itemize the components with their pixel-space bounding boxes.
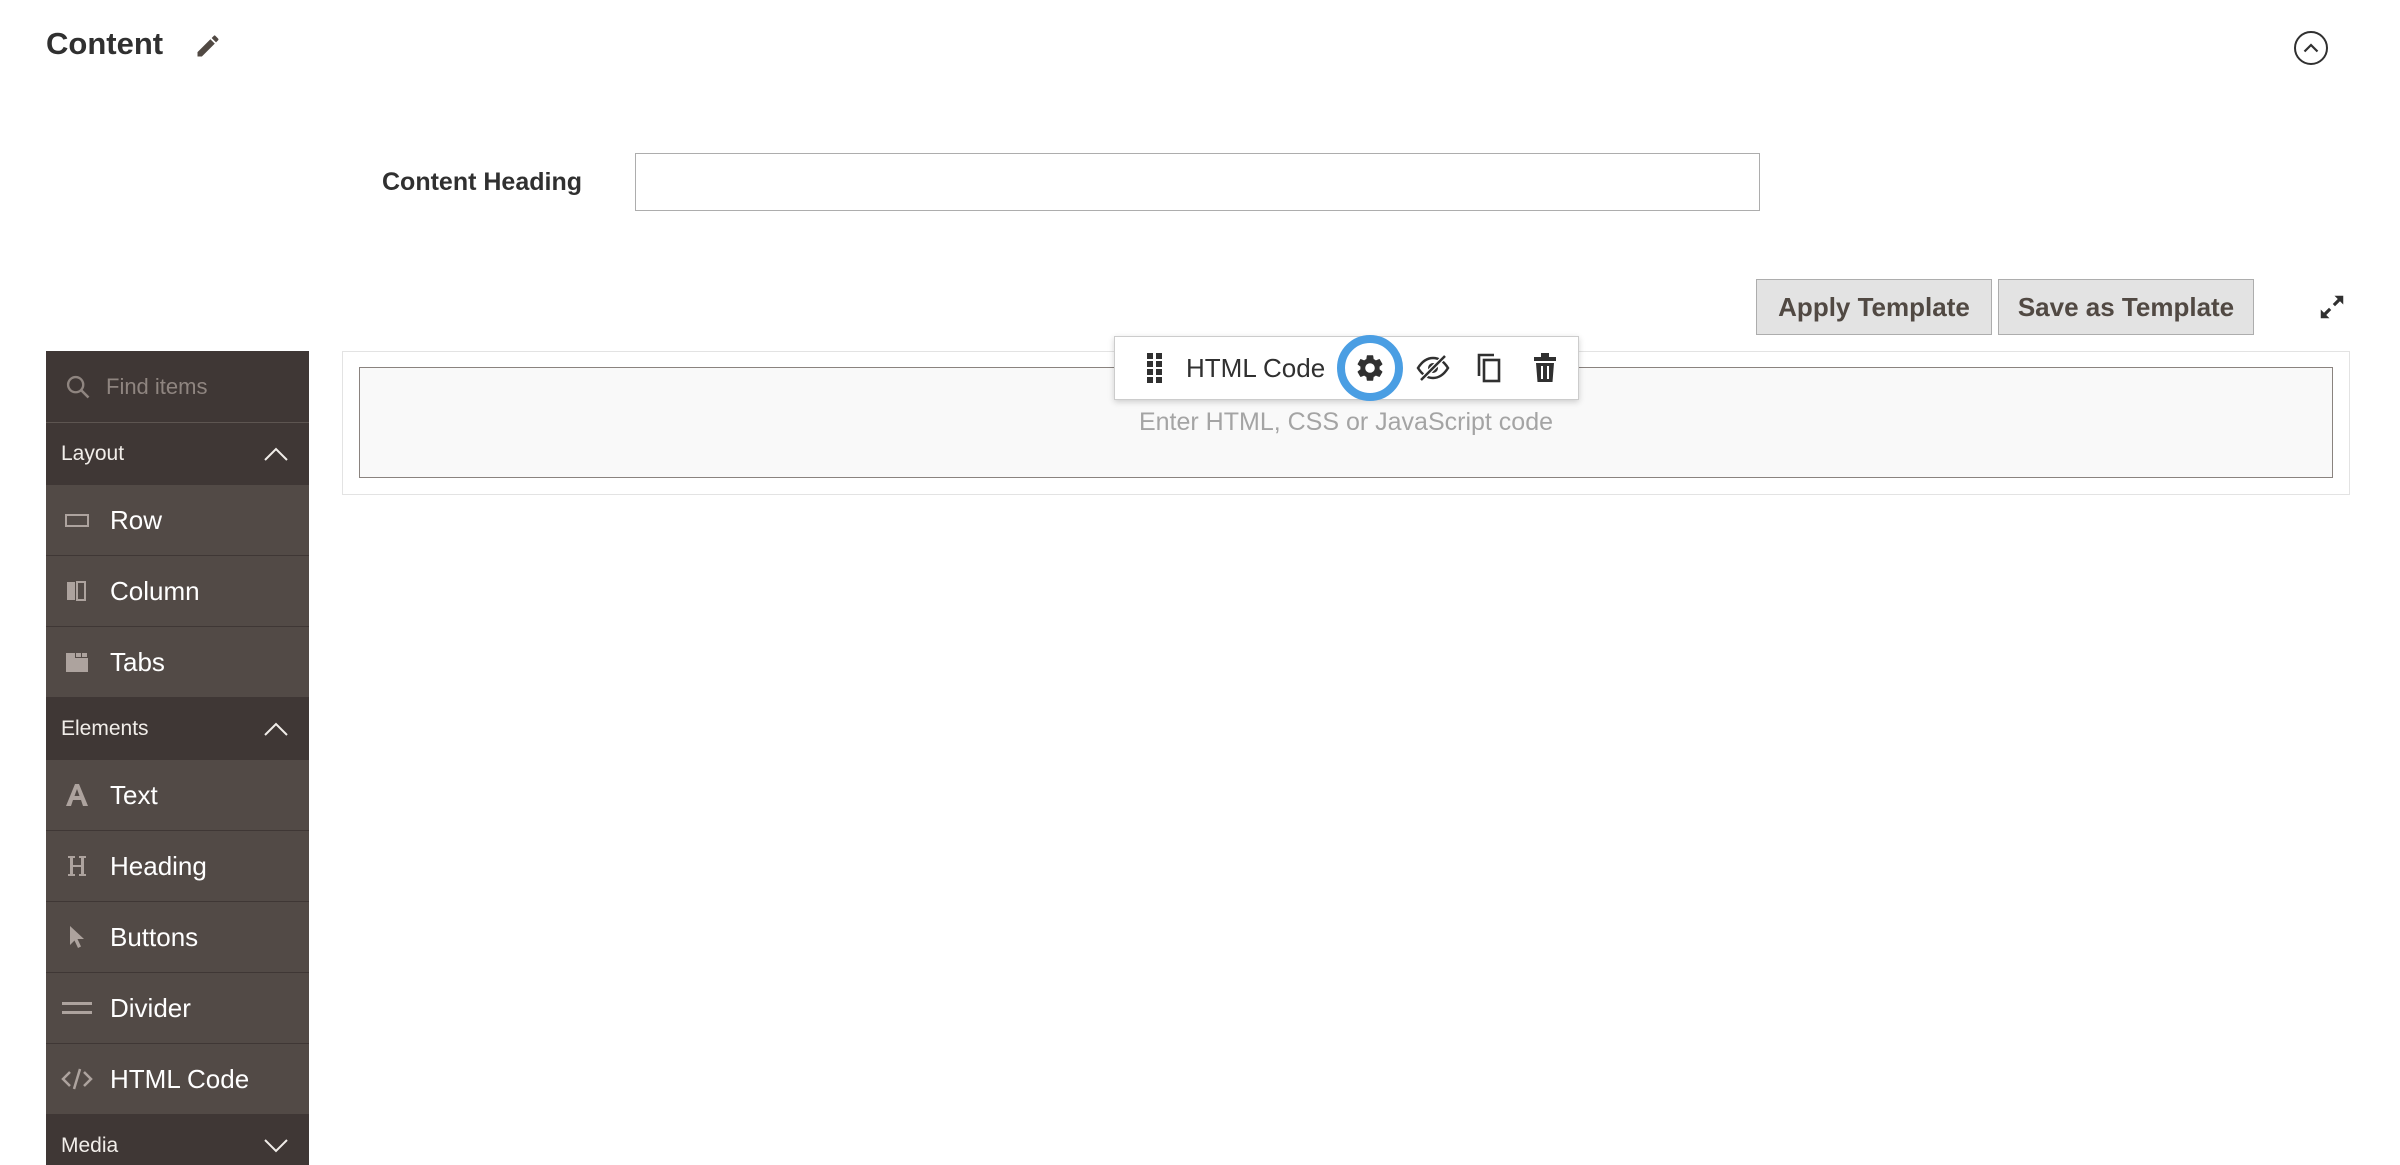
row-icon [61, 504, 93, 536]
hide-button[interactable] [1405, 336, 1461, 400]
sidebar-item-text[interactable]: Text [46, 760, 309, 831]
sidebar-search [46, 351, 309, 423]
gear-icon [1357, 355, 1383, 381]
chevron-up-icon [264, 722, 288, 736]
sidebar-item-label: HTML Code [110, 1063, 250, 1094]
find-items-input[interactable] [106, 373, 286, 400]
sidebar-item-label: Heading [110, 850, 207, 881]
group-header-elements[interactable]: Elements [46, 698, 309, 760]
content-types-sidebar: Layout Row Column Tabs Elements Text [46, 351, 309, 1165]
group-header-media[interactable]: Media [46, 1115, 309, 1165]
sidebar-item-html-code[interactable]: HTML Code [46, 1044, 309, 1115]
hide-icon [1416, 354, 1450, 382]
sidebar-item-heading[interactable]: Heading [46, 831, 309, 902]
group-label: Elements [61, 717, 149, 740]
content-heading-input[interactable] [635, 153, 1760, 211]
settings-button[interactable] [1337, 335, 1404, 401]
pencil-edit-icon[interactable] [194, 32, 222, 60]
chevron-up-icon [2303, 43, 2319, 53]
collapse-section-button[interactable] [2294, 31, 2328, 65]
sidebar-item-label: Tabs [110, 646, 165, 677]
fullscreen-icon[interactable] [2317, 292, 2347, 322]
group-label: Layout [61, 442, 125, 465]
section-title: Content [46, 26, 164, 61]
sidebar-item-divider[interactable]: Divider [46, 973, 309, 1044]
tabs-icon [61, 646, 93, 678]
group-header-layout[interactable]: Layout [46, 423, 309, 485]
sidebar-item-tabs[interactable]: Tabs [46, 627, 309, 698]
cursor-icon [61, 921, 93, 953]
search-icon [66, 375, 90, 398]
text-icon [61, 779, 93, 811]
sidebar-item-label: Column [110, 575, 200, 606]
toolbar-title: HTML Code [1186, 352, 1326, 383]
html-code-placeholder: Enter HTML, CSS or JavaScript code [1138, 408, 1554, 436]
drag-handle-icon[interactable] [1135, 348, 1175, 388]
chevron-down-icon [264, 1139, 288, 1153]
trash-icon [1534, 353, 1557, 382]
sidebar-item-label: Divider [110, 992, 191, 1023]
sidebar-item-column[interactable]: Column [46, 556, 309, 627]
sidebar-item-label: Buttons [110, 921, 199, 952]
sidebar-item-row[interactable]: Row [46, 485, 309, 556]
sidebar-item-label: Text [110, 779, 158, 810]
sidebar-item-buttons[interactable]: Buttons [46, 902, 309, 973]
duplicate-button[interactable] [1461, 336, 1517, 400]
heading-icon [61, 850, 93, 882]
column-icon [61, 575, 93, 607]
content-heading-label: Content Heading [382, 168, 582, 196]
sidebar-item-label: Row [110, 504, 163, 535]
remove-button[interactable] [1517, 336, 1573, 400]
code-icon [61, 1063, 93, 1095]
save-as-template-button[interactable]: Save as Template [1998, 279, 2254, 335]
chevron-up-icon [264, 447, 288, 461]
group-label: Media [61, 1134, 119, 1157]
content-type-toolbar: HTML Code [1114, 335, 1579, 401]
duplicate-icon [1477, 353, 1501, 383]
divider-icon [61, 992, 93, 1024]
apply-template-button[interactable]: Apply Template [1756, 279, 1992, 335]
